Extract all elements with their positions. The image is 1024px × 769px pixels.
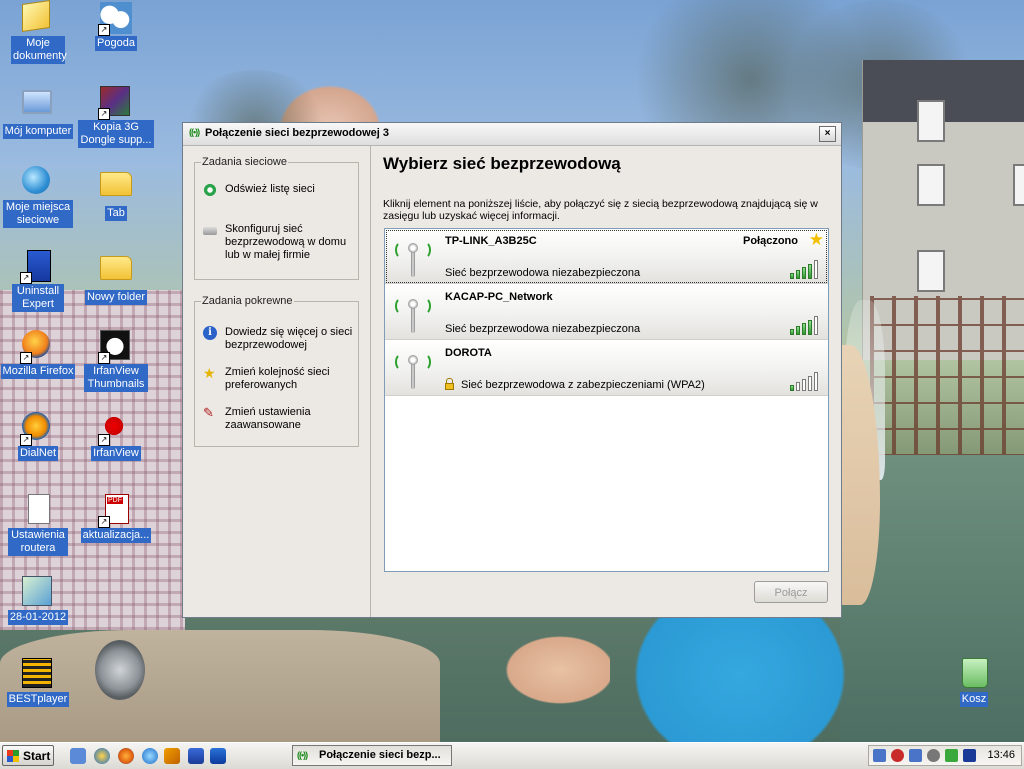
network-item-tp-link[interactable]: TP-LINK_A3B25C Połączono ★ Sieć bezprzew…: [385, 229, 828, 284]
title-bar[interactable]: ((•)) Połączenie sieci bezprzewodowej 3 …: [183, 123, 841, 146]
desktop-icon-update-pdf[interactable]: ↗ aktualizacja...: [78, 494, 154, 543]
firefox-icon[interactable]: [118, 748, 134, 764]
calendar-icon: [22, 576, 54, 608]
window-client-area: Zadania sieciowe Odśwież listę sieci Sko…: [183, 146, 841, 617]
desktop-icon-router-settings[interactable]: Ustawienia routera: [0, 494, 76, 556]
connection-status: Połączono: [742, 235, 798, 247]
internet-explorer-icon[interactable]: [142, 748, 158, 764]
wallpaper-pergola: [870, 296, 1024, 456]
dialnet-icon: ↗: [20, 412, 54, 446]
desktop-icon-recycle-bin[interactable]: Kosz: [936, 658, 1012, 707]
network-pane: Wybierz sieć bezprzewodową Kliknij eleme…: [371, 146, 841, 617]
wireless-disabled-tray-icon[interactable]: [909, 749, 922, 762]
network-security: Sieć bezprzewodowa niezabezpieczona: [445, 267, 641, 279]
network-security: Sieć bezprzewodowa z zabezpieczeniami (W…: [461, 379, 705, 391]
safely-remove-tray-icon[interactable]: [945, 749, 958, 762]
winamp-icon[interactable]: [164, 748, 180, 764]
desktop-icon-new-folder[interactable]: Nowy folder: [78, 250, 154, 305]
system-tray: 13:46: [868, 745, 1022, 766]
wireless-signal-icon: ((•)): [297, 750, 308, 760]
configure-network-icon: [203, 227, 217, 235]
speaker-tray-icon[interactable]: [927, 749, 940, 762]
firefox-icon: ↗: [20, 330, 54, 364]
desktop-icon-tab-folder[interactable]: Tab: [78, 166, 154, 221]
related-tasks-group: Zadania pokrewne i Dowiedz się więcej o …: [194, 295, 359, 447]
desktop-icon-3g-dongle-copy[interactable]: ↗ Kopia 3G Dongle supp...: [78, 86, 154, 148]
uninstall-expert-icon: ↗: [20, 250, 54, 284]
show-desktop-icon[interactable]: [70, 748, 86, 764]
wireless-antenna-icon: [393, 349, 433, 389]
desktop-icon-network-places[interactable]: Moje miejsca sieciowe: [0, 166, 76, 228]
desktop-icon-dialnet[interactable]: ↗ DialNet: [0, 412, 76, 461]
network-ssid: DOROTA: [445, 347, 492, 359]
desktop-icon-uninstall-expert[interactable]: ↗ Uninstall Expert: [0, 250, 76, 312]
browser-icon[interactable]: [94, 748, 110, 764]
network-ssid: KACAP-PC_Network: [445, 291, 553, 303]
pdf-document-icon: ↗: [98, 494, 132, 528]
desktop-icon-irfanview-thumbnails[interactable]: ↗ IrfanView Thumbnails: [78, 330, 154, 392]
star-icon: ★: [203, 365, 216, 381]
network-ssid: TP-LINK_A3B25C: [445, 235, 537, 247]
info-icon: i: [203, 326, 217, 340]
page-title: Wybierz sieć bezprzewodową: [383, 154, 621, 173]
irfanview-thumbnails-icon: ↗: [98, 330, 132, 364]
signal-strength-icon: [790, 259, 820, 279]
desktop-icon-my-documents[interactable]: Moje dokumenty: [0, 0, 76, 64]
text-document-icon: [22, 494, 54, 526]
language-tray-icon[interactable]: [963, 749, 976, 762]
media-icon[interactable]: [188, 748, 204, 764]
winrar-archive-icon: ↗: [98, 86, 132, 120]
desktop-icon-weather[interactable]: ↗ Pogoda: [78, 2, 154, 51]
connect-button[interactable]: Połącz: [754, 581, 828, 603]
instructions-text: Kliknij element na poniższej liście, aby…: [383, 198, 818, 222]
network-places-icon: [22, 166, 54, 198]
preferred-network-star-icon: ★: [808, 230, 824, 249]
folder-icon: [100, 256, 132, 288]
windows-logo-icon: [7, 750, 19, 762]
wireless-antenna-icon: [393, 237, 433, 277]
task-pane: Zadania sieciowe Odśwież listę sieci Sko…: [183, 146, 371, 617]
desktop-icon-28-01-2012[interactable]: 28-01-2012: [0, 576, 76, 625]
my-documents-icon: [22, 0, 54, 34]
tools-icon: ✎: [203, 405, 214, 420]
folder-icon: [100, 172, 132, 204]
lock-icon: [445, 378, 454, 390]
close-button[interactable]: ×: [819, 126, 836, 142]
desktop-icon-my-computer[interactable]: Mój komputer: [0, 86, 76, 139]
related-tasks-title: Zadania pokrewne: [201, 295, 294, 307]
network-tasks-group: Zadania sieciowe Odśwież listę sieci Sko…: [194, 156, 359, 280]
clock: 13:46: [987, 749, 1015, 761]
network-item-kacap[interactable]: KACAP-PC_Network Sieć bezprzewodowa niez…: [385, 285, 828, 340]
window-title: Połączenie sieci bezprzewodowej 3: [205, 127, 390, 139]
weather-icon: ↗: [98, 2, 132, 36]
desktop-icon-firefox[interactable]: ↗ Mozilla Firefox: [0, 330, 76, 379]
recycle-bin-icon: [958, 658, 990, 690]
my-computer-icon: [22, 90, 54, 122]
wireless-signal-icon: ((•)): [189, 127, 200, 137]
network-tasks-title: Zadania sieciowe: [201, 156, 288, 168]
media-player-icon: [22, 658, 54, 690]
start-button[interactable]: Start: [2, 745, 54, 766]
signal-strength-icon: [790, 315, 820, 335]
wireless-network-window: ((•)) Połączenie sieci bezprzewodowej 3 …: [182, 122, 842, 618]
wireless-antenna-icon: [393, 293, 433, 333]
irfanview-icon: ↗: [98, 412, 132, 446]
wallpaper-arm: [470, 620, 610, 730]
wallpaper-watch: [95, 640, 145, 700]
desktop-icon-bestplayer[interactable]: BESTplayer: [0, 658, 76, 707]
desktop-icon-irfanview[interactable]: ↗ IrfanView: [78, 412, 154, 461]
update-icon[interactable]: [210, 748, 226, 764]
antivirus-tray-icon[interactable]: [891, 749, 904, 762]
refresh-icon: [203, 183, 217, 197]
signal-strength-icon: [790, 371, 820, 391]
network-item-dorota[interactable]: DOROTA Sieć bezprzewodowa z zabezpieczen…: [385, 341, 828, 396]
network-tray-icon[interactable]: [873, 749, 886, 762]
taskbar-window-button[interactable]: ((•)) Połączenie sieci bezp...: [292, 745, 452, 766]
network-security: Sieć bezprzewodowa niezabezpieczona: [445, 323, 641, 335]
taskbar: Start ((•)) Połączenie sieci bezp... 13:…: [0, 742, 1024, 769]
network-list[interactable]: TP-LINK_A3B25C Połączono ★ Sieć bezprzew…: [384, 228, 829, 572]
